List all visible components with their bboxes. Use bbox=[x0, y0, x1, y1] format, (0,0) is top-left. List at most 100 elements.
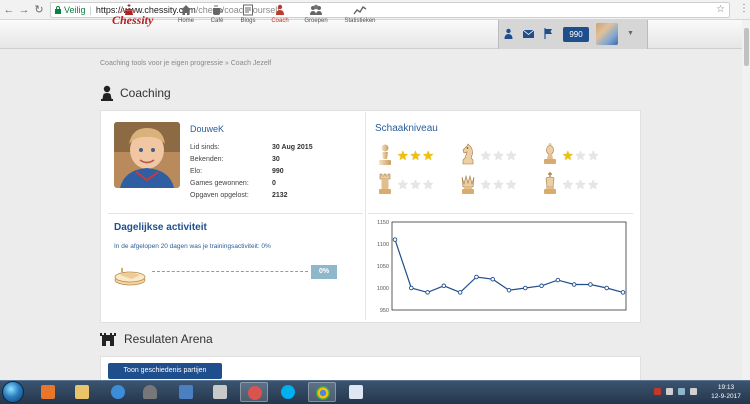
username-link[interactable]: DouweK bbox=[190, 124, 224, 134]
coaching-title: Coaching bbox=[100, 85, 171, 101]
avatar[interactable] bbox=[596, 23, 618, 45]
elo-history-chart: 1150 1100 1050 1000 950 bbox=[377, 220, 627, 314]
internet-explorer-icon bbox=[111, 385, 125, 399]
forward-button[interactable]: → bbox=[18, 3, 30, 17]
king-stars: ★★★ bbox=[562, 178, 600, 192]
taskbar-calculator[interactable] bbox=[206, 382, 234, 402]
coach-figure-icon bbox=[101, 85, 113, 101]
taskbar-notepad[interactable] bbox=[342, 382, 370, 402]
folder-icon bbox=[75, 385, 89, 399]
queen-icon bbox=[461, 174, 475, 194]
star-filled-icon: ★ bbox=[397, 148, 410, 163]
rook-stars: ★★★ bbox=[397, 178, 435, 192]
elo-data-point[interactable] bbox=[409, 285, 414, 291]
tray-network-icon[interactable] bbox=[678, 388, 685, 395]
taskbar-outlook[interactable] bbox=[172, 382, 200, 402]
notepad-icon bbox=[349, 385, 363, 399]
taskbar-clock[interactable]: 19:13 12-9-2017 bbox=[706, 383, 746, 401]
elo-data-point[interactable] bbox=[620, 290, 626, 295]
nav-label: Home bbox=[177, 18, 194, 24]
url-separator: | bbox=[89, 5, 92, 15]
star-empty-icon: ★ bbox=[562, 177, 575, 192]
star-empty-icon: ★ bbox=[480, 148, 493, 163]
queen-stars: ★★★ bbox=[480, 178, 518, 192]
pawn-stars: ★★★ bbox=[397, 149, 435, 163]
nav-label: Groepen bbox=[304, 18, 328, 24]
taskbar-chess[interactable] bbox=[136, 382, 164, 402]
nav-statistieken[interactable]: Statistieken bbox=[340, 4, 380, 24]
star-filled-icon: ★ bbox=[422, 148, 435, 163]
bishop-icon bbox=[544, 143, 556, 164]
elo-data-point[interactable] bbox=[425, 290, 430, 295]
chess-level-title: Schaakniveau bbox=[375, 123, 438, 134]
chessboard-progress-icon bbox=[114, 268, 146, 286]
elo-data-point[interactable] bbox=[571, 282, 577, 287]
tray-flag-icon[interactable] bbox=[654, 388, 661, 395]
tray-volume-icon[interactable] bbox=[690, 388, 697, 395]
outlook-icon bbox=[179, 385, 193, 399]
blogs-icon bbox=[243, 4, 253, 16]
elo-data-point[interactable] bbox=[457, 290, 463, 295]
taskbar-chrome[interactable] bbox=[308, 382, 336, 402]
taskbar-explorer[interactable] bbox=[68, 382, 96, 402]
skype-icon bbox=[281, 385, 295, 399]
elo-data-point[interactable] bbox=[523, 285, 528, 291]
nav-coach[interactable]: Coach bbox=[260, 4, 300, 24]
taskbar-skype[interactable] bbox=[274, 382, 302, 402]
chevron-down-icon[interactable]: ▼ bbox=[627, 30, 634, 37]
star-empty-icon: ★ bbox=[587, 177, 600, 192]
chart-plot-area bbox=[391, 221, 627, 311]
clock-time: 19:13 bbox=[717, 384, 735, 391]
elo-data-point[interactable] bbox=[490, 276, 495, 282]
calculator-icon bbox=[213, 385, 227, 399]
media-player-icon bbox=[41, 385, 55, 399]
clock-date: 12-9-2017 bbox=[711, 393, 741, 400]
tray-up-arrow-icon[interactable] bbox=[666, 388, 673, 395]
elo-data-point[interactable] bbox=[604, 285, 609, 291]
daily-activity-title: Dagelijkse activiteit bbox=[114, 222, 207, 233]
elo-data-point[interactable] bbox=[555, 277, 561, 283]
page-scrollbar[interactable] bbox=[742, 20, 750, 380]
star-empty-icon: ★ bbox=[480, 177, 493, 192]
taskbar-media-player[interactable] bbox=[34, 382, 62, 402]
elo-data-point[interactable] bbox=[392, 237, 398, 242]
star-empty-icon: ★ bbox=[587, 148, 600, 163]
taskbar-ie[interactable] bbox=[104, 382, 132, 402]
y-tick-label: 1000 bbox=[377, 286, 389, 292]
mail-icon[interactable] bbox=[523, 30, 534, 38]
y-tick-label: 1050 bbox=[377, 264, 389, 270]
bishop-stars: ★★★ bbox=[562, 149, 600, 163]
arena-castle-icon bbox=[100, 333, 116, 346]
arena-title-text: Resulaten Arena bbox=[124, 332, 213, 346]
coach-icon bbox=[276, 4, 284, 15]
star-empty-icon: ★ bbox=[422, 177, 435, 192]
nav-groepen[interactable]: Groepen bbox=[296, 4, 336, 24]
star-empty-icon: ★ bbox=[505, 177, 518, 192]
taskbar-paint[interactable] bbox=[240, 382, 268, 402]
profile-photo-image bbox=[114, 122, 180, 188]
user-icon[interactable] bbox=[504, 28, 513, 39]
scrollbar-thumb[interactable] bbox=[744, 28, 749, 66]
flag-icon[interactable] bbox=[544, 28, 553, 39]
elo-data-point[interactable] bbox=[506, 287, 512, 293]
y-tick-label: 950 bbox=[380, 308, 389, 314]
elo-data-point[interactable] bbox=[588, 282, 593, 287]
star-filled-icon: ★ bbox=[562, 148, 575, 163]
elo-badge[interactable]: 990 bbox=[563, 27, 589, 42]
secure-indicator[interactable]: Veilig bbox=[55, 5, 86, 15]
reload-button[interactable]: ↻ bbox=[33, 3, 45, 17]
star-empty-icon: ★ bbox=[574, 148, 588, 163]
elo-data-point[interactable] bbox=[441, 283, 447, 289]
browser-menu-icon[interactable]: ⋮ bbox=[739, 3, 749, 14]
start-button[interactable] bbox=[2, 381, 24, 403]
star-empty-icon: ★ bbox=[492, 177, 506, 192]
nav-label: Café bbox=[210, 18, 224, 24]
king-icon bbox=[544, 172, 556, 194]
back-button[interactable]: ← bbox=[3, 3, 15, 17]
show-game-history-button[interactable]: Toon geschiedenis partijen bbox=[108, 363, 222, 379]
elo-data-point[interactable] bbox=[474, 274, 479, 280]
elo-data-point[interactable] bbox=[539, 283, 544, 289]
chess-app-icon bbox=[143, 385, 157, 399]
star-empty-icon: ★ bbox=[505, 148, 518, 163]
bookmark-star-icon[interactable]: ☆ bbox=[716, 4, 725, 15]
